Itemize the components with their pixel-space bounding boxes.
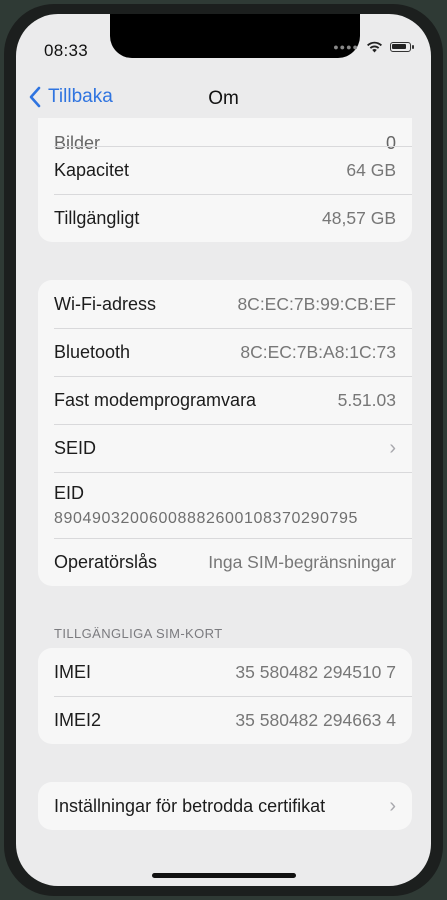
row-value: 89049032006008882600108370290795 bbox=[54, 509, 358, 527]
storage-group: Bilder 0 Kapacitet 64 GB Tillgängligt 48… bbox=[38, 118, 412, 242]
row-value: 8C:EC:7B:99:CB:EF bbox=[237, 293, 396, 314]
phone-frame: 08:33 ●●●● Tillbaka Om Bilder 0 Kapacite… bbox=[4, 4, 443, 896]
row-value: 64 GB bbox=[346, 159, 396, 180]
row-label: Fast modemprogramvara bbox=[54, 389, 257, 410]
battery-icon bbox=[390, 42, 414, 52]
list-item-imei: IMEI 35 580482 294510 7 bbox=[38, 648, 412, 696]
row-label: SEID bbox=[54, 437, 97, 458]
network-group: Wi-Fi-adress 8C:EC:7B:99:CB:EF Bluetooth… bbox=[38, 280, 412, 586]
row-label: Operatörslås bbox=[54, 551, 158, 572]
row-label: Kapacitet bbox=[54, 159, 130, 180]
list-item-seid[interactable]: SEID › bbox=[38, 424, 412, 472]
row-value: 8C:EC:7B:A8:1C:73 bbox=[240, 341, 396, 362]
row-value: Inga SIM-begränsningar bbox=[208, 551, 396, 572]
row-value: 35 580482 294663 4 bbox=[235, 709, 396, 730]
row-label: IMEI bbox=[54, 661, 92, 682]
list-item-wifi-address: Wi-Fi-adress 8C:EC:7B:99:CB:EF bbox=[38, 280, 412, 328]
signal-dots-icon: ●●●● bbox=[333, 42, 359, 52]
page-title: Om bbox=[208, 88, 239, 109]
list-item-photos[interactable]: Bilder 0 bbox=[38, 118, 412, 153]
list-item-eid: EID 89049032006008882600108370290795 bbox=[38, 472, 412, 538]
row-label: Tillgängligt bbox=[54, 207, 140, 228]
chevron-right-icon: › bbox=[389, 794, 396, 817]
row-value: 48,57 GB bbox=[322, 207, 396, 228]
section-header-sim: TILLGÄNGLIGA SIM-KORT bbox=[54, 626, 223, 641]
certificates-group: Inställningar för betrodda certifikat › bbox=[38, 782, 412, 830]
navigation-bar: Tillbaka Om bbox=[16, 82, 431, 118]
home-indicator[interactable] bbox=[152, 873, 296, 878]
row-label: Bluetooth bbox=[54, 341, 131, 362]
row-value: 5.51.03 bbox=[337, 389, 396, 410]
sim-group: IMEI 35 580482 294510 7 IMEI2 35 580482 … bbox=[38, 648, 412, 744]
list-item-bluetooth: Bluetooth 8C:EC:7B:A8:1C:73 bbox=[38, 328, 412, 376]
row-label: Inställningar för betrodda certifikat bbox=[54, 795, 326, 816]
list-item-capacity: Kapacitet 64 GB bbox=[38, 146, 412, 194]
list-item-modem-firmware: Fast modemprogramvara 5.51.03 bbox=[38, 376, 412, 424]
wifi-icon bbox=[367, 41, 382, 53]
screen: 08:33 ●●●● Tillbaka Om Bilder 0 Kapacite… bbox=[16, 14, 431, 886]
list-item-trusted-certificates[interactable]: Inställningar för betrodda certifikat › bbox=[38, 782, 412, 830]
status-time: 08:33 bbox=[44, 41, 89, 60]
list-item-available: Tillgängligt 48,57 GB bbox=[38, 194, 412, 242]
row-label: Wi-Fi-adress bbox=[54, 293, 156, 314]
row-label: IMEI2 bbox=[54, 709, 102, 730]
list-item-imei2: IMEI2 35 580482 294663 4 bbox=[38, 696, 412, 744]
notch bbox=[110, 14, 360, 58]
row-label: EID bbox=[54, 482, 85, 503]
row-value: 35 580482 294510 7 bbox=[235, 661, 396, 682]
status-icons: ●●●● bbox=[333, 41, 414, 53]
chevron-right-icon: › bbox=[389, 436, 396, 459]
list-item-carrier-lock: Operatörslås Inga SIM-begränsningar bbox=[38, 538, 412, 586]
